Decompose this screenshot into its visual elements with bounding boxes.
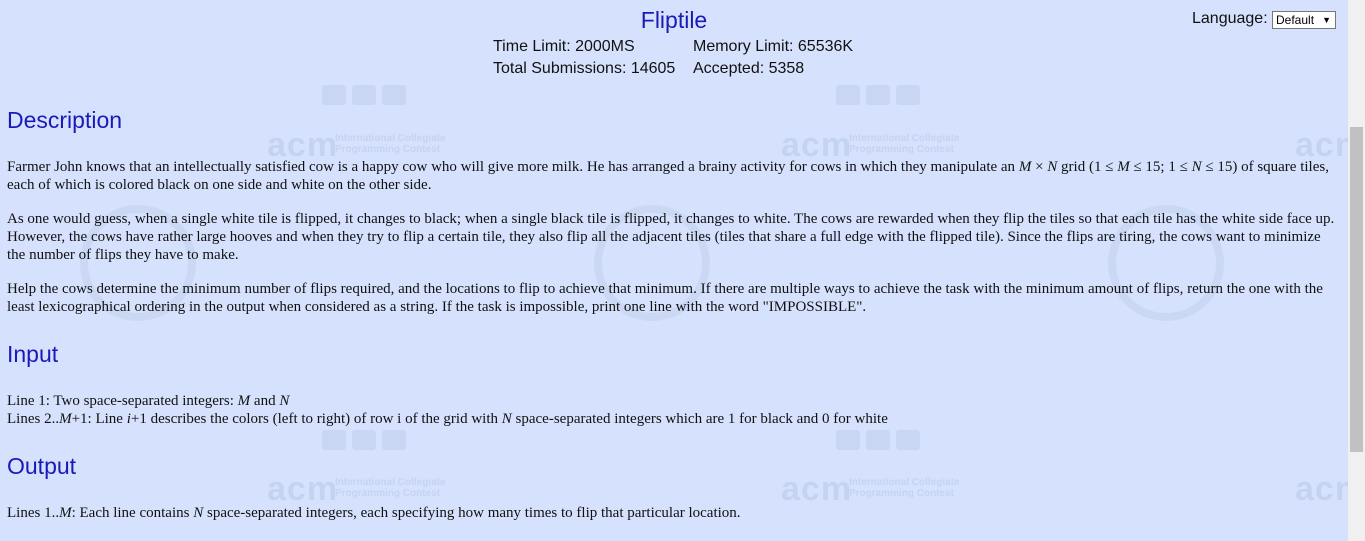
- watermark-icons: [836, 430, 926, 455]
- total-submissions: Total Submissions: 14605: [493, 60, 676, 77]
- watermark-icons: [322, 430, 412, 455]
- watermark-text: International Collegiate Programming Cont…: [335, 133, 446, 155]
- description-paragraph-2: As one would guess, when a single white …: [7, 211, 1335, 263]
- dropdown-arrow-icon: ▼: [1322, 15, 1331, 25]
- problem-page: acm International Collegiate Programming …: [0, 0, 1348, 541]
- language-label: Language:: [1192, 10, 1268, 27]
- scrollbar-thumb[interactable]: [1350, 127, 1363, 452]
- accepted-count: Accepted: 5358: [693, 60, 805, 77]
- input-line-2: Lines 2..M+1: Line i+1 describes the col…: [7, 411, 888, 427]
- input-line-1: Line 1: Two space-separated integers: M …: [7, 393, 290, 409]
- time-limit: Time Limit: 2000MS: [493, 38, 635, 55]
- watermark-text: International Collegiate Programming Cont…: [849, 477, 960, 499]
- memory-limit: Memory Limit: 65536K: [693, 38, 854, 55]
- output-heading: Output: [7, 453, 77, 479]
- watermark-text: International Collegiate Programming Cont…: [335, 477, 446, 499]
- input-heading: Input: [7, 341, 59, 367]
- description-paragraph-3: Help the cows determine the minimum numb…: [7, 281, 1323, 315]
- watermark-icons: [322, 85, 412, 110]
- description-heading: Description: [7, 107, 123, 133]
- problem-title: Fliptile: [640, 7, 708, 33]
- output-line-1: Lines 1..M: Each line contains N space-s…: [7, 505, 741, 521]
- watermark-icons: [836, 85, 926, 110]
- watermark-text: International Collegiate Programming Cont…: [849, 133, 960, 155]
- language-selected-value: Default: [1276, 13, 1315, 27]
- language-select[interactable]: Default ▼: [1272, 11, 1336, 29]
- description-paragraph-1: Farmer John knows that an intellectually…: [7, 159, 1329, 193]
